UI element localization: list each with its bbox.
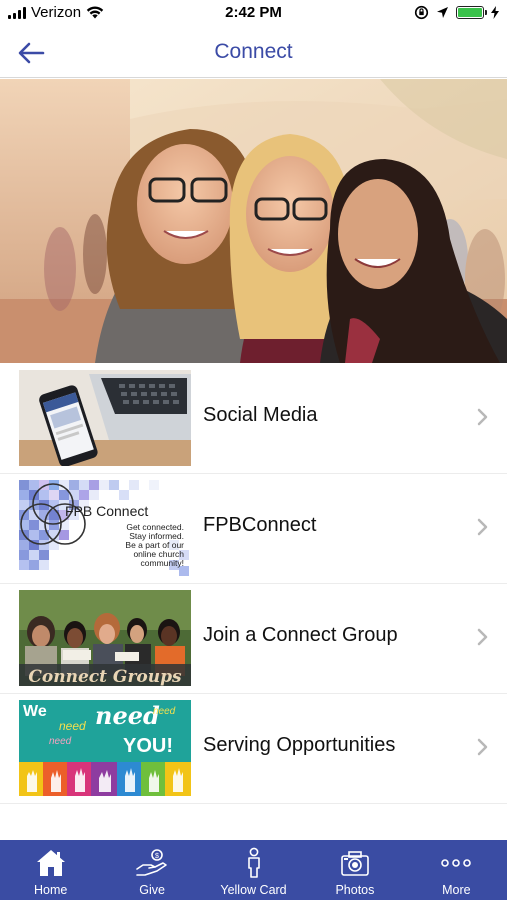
home-icon [36,850,65,876]
tab-give[interactable]: $ Give [101,840,202,900]
tab-label: Photos [335,883,375,897]
connect-list: Social Media FPB Connect Get connected. … [0,364,507,804]
social-media-thumbnail [19,370,191,466]
fpbconnect-thumbnail: FPB Connect Get connected. Stay informed… [19,480,191,576]
orientation-lock-icon [414,5,429,20]
chevron-right-icon [477,518,488,536]
connect-group-thumbnail: Connect Groups [19,590,191,686]
charging-icon [491,6,499,19]
tab-label: More [442,883,471,897]
battery-icon [456,6,487,19]
list-item-connect-group[interactable]: Connect Groups Join a Connect Group [0,584,507,694]
list-item-label: FPBConnect [203,514,317,536]
hero-photo [0,79,507,363]
list-item-label: Serving Opportunities [203,734,396,756]
more-icon [441,859,472,867]
person-icon [247,847,260,878]
serving-thumb-we: We [23,703,47,720]
location-icon [437,7,448,18]
serving-thumb-need-large: need [95,701,160,730]
list-item-fpbconnect[interactable]: FPB Connect Get connected. Stay informed… [0,474,507,584]
serving-thumb-need-pink: need [49,736,72,747]
status-right [414,5,499,20]
hero-image [0,79,507,363]
tab-bar: Home $ Give Yellow Card Photos More [0,840,507,900]
tab-photos[interactable]: Photos [304,840,405,900]
nav-bar: Connect [0,28,507,78]
chevron-right-icon [477,408,488,426]
tab-home[interactable]: Home [0,840,101,900]
page-title: Connect [214,40,293,63]
serving-thumbnail: We need need need need YOU! [19,700,191,796]
chevron-right-icon [477,738,488,756]
camera-icon [341,851,369,876]
list-item-label: Social Media [203,404,318,426]
list-item-serving[interactable]: We need need need need YOU! Serving Oppo… [0,694,507,804]
give-icon: $ [136,849,167,876]
tab-yellow-card[interactable]: Yellow Card [203,840,304,900]
svg-text:$: $ [155,853,159,860]
list-item-label: Join a Connect Group [203,624,398,646]
fpb-thumb-line5: community! [141,558,184,568]
serving-thumb-you: YOU! [123,735,173,757]
tab-more[interactable]: More [406,840,507,900]
status-bar: Verizon 2:42 PM [0,0,507,28]
connect-groups-thumb-text: Connect Groups [28,667,182,686]
fpb-thumb-title: FPB Connect [65,503,148,519]
tab-label: Yellow Card [220,883,287,897]
tab-label: Home [34,883,68,897]
serving-thumb-need-small: need [153,706,176,717]
list-item-social-media[interactable]: Social Media [0,364,507,474]
serving-thumb-need-yellow: need [59,719,86,733]
tab-label: Give [139,883,165,897]
chevron-right-icon [477,628,488,646]
